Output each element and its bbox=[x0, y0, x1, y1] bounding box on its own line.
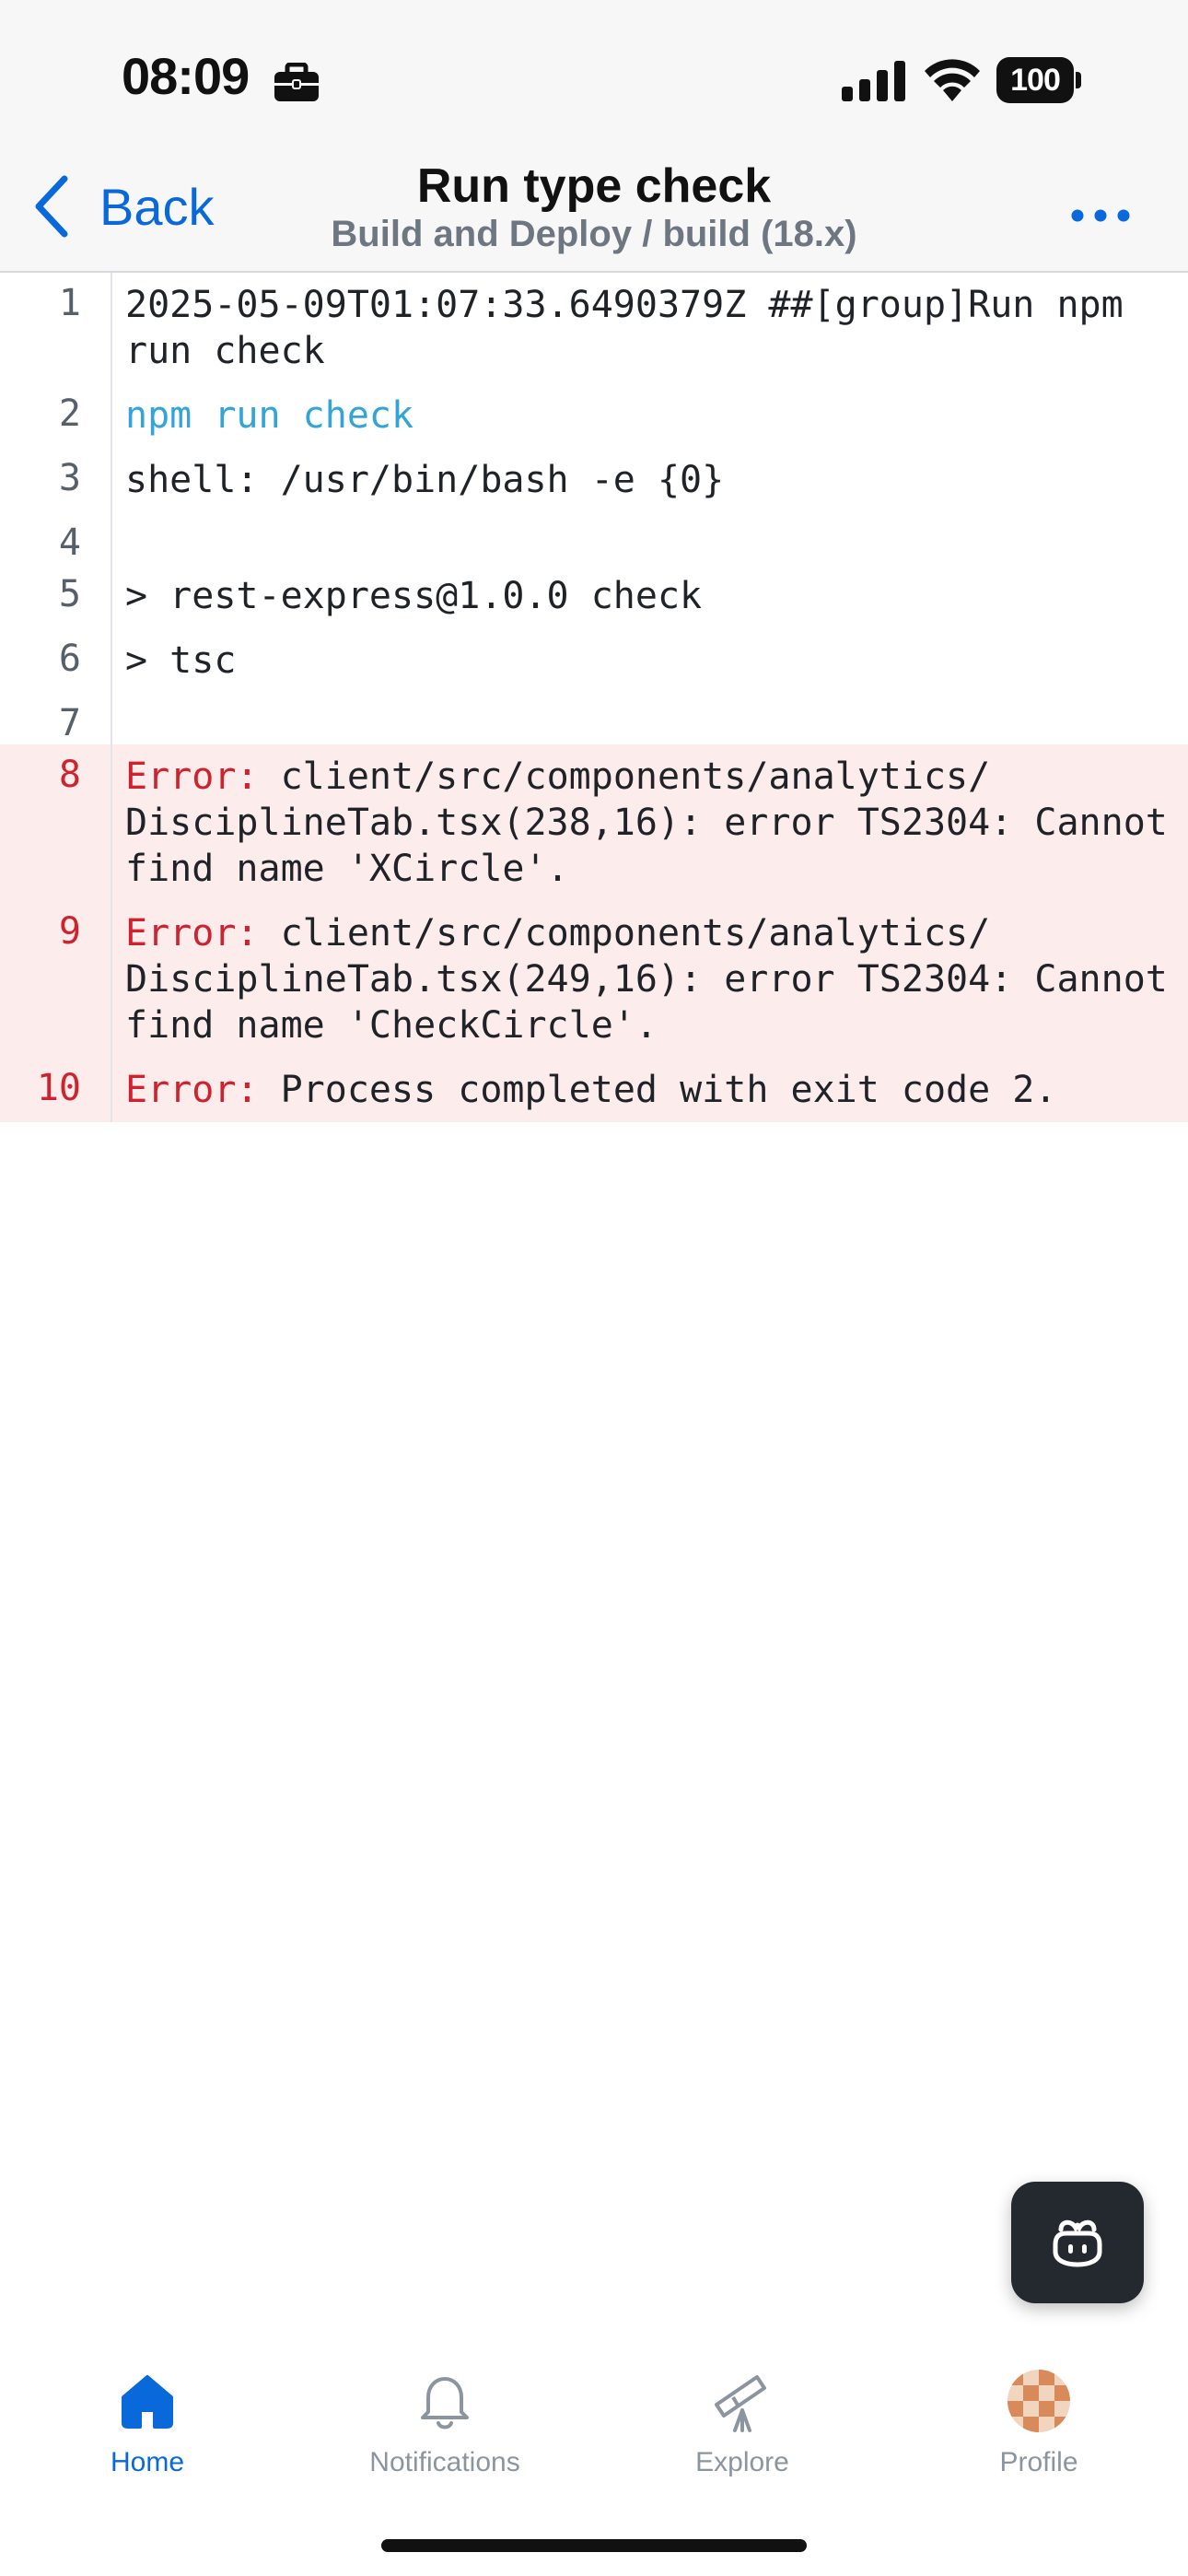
line-number: 7 bbox=[0, 693, 112, 744]
line-number: 3 bbox=[0, 448, 112, 512]
log-output: 1 2025-05-09T01:07:33.6490379Z ##[group]R… bbox=[0, 273, 1188, 1122]
more-options-icon[interactable] bbox=[1068, 197, 1133, 234]
line-number: 2 bbox=[0, 383, 112, 448]
briefcase-icon bbox=[274, 63, 319, 101]
chevron-left-icon bbox=[35, 175, 68, 238]
wifi-icon bbox=[925, 59, 980, 101]
line-number: 10 bbox=[0, 1058, 112, 1122]
line-number: 1 bbox=[0, 273, 112, 383]
avatar bbox=[1007, 2370, 1070, 2432]
error-label: Error: bbox=[125, 755, 259, 798]
log-line: 1 2025-05-09T01:07:33.6490379Z ##[group]R… bbox=[0, 273, 1188, 383]
back-button[interactable]: Back bbox=[31, 170, 215, 243]
log-text: npm run check bbox=[125, 394, 414, 437]
error-message: Error: client/src/components/analytics/ … bbox=[112, 744, 1188, 901]
log-line: 10 Error: Process completed with exit cod… bbox=[0, 1058, 1188, 1122]
status-bar: 08:09 100 bbox=[0, 0, 1188, 157]
line-number: 5 bbox=[0, 564, 112, 628]
log-text bbox=[112, 512, 1188, 564]
copilot-icon bbox=[1053, 2219, 1102, 2267]
log-text: 2025-05-09T01:07:33.6490379Z ##[group]Ru… bbox=[125, 284, 1146, 372]
log-line: 3 shell: /usr/bin/bash -e {0} bbox=[0, 448, 1188, 512]
line-number: 9 bbox=[0, 901, 112, 1058]
status-time: 08:09 bbox=[122, 47, 250, 105]
error-text: client/src/components/analytics/ Discipl… bbox=[125, 912, 1188, 1047]
log-text bbox=[112, 693, 1188, 744]
battery-level: 100 bbox=[996, 57, 1074, 103]
back-label: Back bbox=[99, 177, 215, 236]
log-line: 5 > rest-express@1.0.0 check bbox=[0, 564, 1188, 628]
log-line: 8 Error: client/src/components/analytics/… bbox=[0, 744, 1188, 901]
error-message: Error: client/src/components/analytics/ … bbox=[112, 901, 1188, 1058]
tab-profile[interactable]: Profile bbox=[928, 2368, 1149, 2478]
line-number: 4 bbox=[0, 512, 112, 564]
tab-explore[interactable]: Explore bbox=[632, 2368, 853, 2478]
log-line: 2 npm run check bbox=[0, 383, 1188, 448]
log-text: shell: /usr/bin/bash -e {0} bbox=[125, 459, 725, 501]
tab-explore-label: Explore bbox=[695, 2447, 789, 2477]
tab-profile-label: Profile bbox=[999, 2447, 1078, 2477]
error-text: client/src/components/analytics/ Discipl… bbox=[125, 755, 1188, 890]
log-line: 6 > tsc bbox=[0, 628, 1188, 693]
error-label: Error: bbox=[125, 1069, 259, 1111]
battery-icon: 100 bbox=[996, 57, 1083, 103]
error-text: Process completed with exit code 2. bbox=[280, 1069, 1057, 1111]
error-message: Error: Process completed with exit code … bbox=[112, 1058, 1188, 1122]
log-text: > rest-express@1.0.0 check bbox=[125, 575, 703, 617]
home-icon bbox=[122, 2375, 173, 2429]
line-number: 6 bbox=[0, 628, 112, 693]
telescope-icon bbox=[715, 2375, 766, 2432]
log-line: 9 Error: client/src/components/analytics/… bbox=[0, 901, 1188, 1058]
error-label: Error: bbox=[125, 912, 259, 954]
navigation-bar: Run type check Build and Deploy / build … bbox=[0, 157, 1188, 273]
tab-home-label: Home bbox=[110, 2447, 185, 2477]
bell-icon bbox=[421, 2377, 469, 2430]
log-line: 7 bbox=[0, 693, 1188, 744]
log-text: > tsc bbox=[125, 639, 237, 682]
tab-notifications-label: Notifications bbox=[369, 2447, 520, 2477]
tab-home[interactable]: Home bbox=[37, 2368, 258, 2478]
tab-notifications[interactable]: Notifications bbox=[334, 2368, 555, 2478]
home-indicator bbox=[381, 2539, 807, 2552]
line-number: 8 bbox=[0, 744, 112, 901]
cellular-signal-icon bbox=[842, 61, 905, 101]
log-line: 4 bbox=[0, 512, 1188, 564]
copilot-button[interactable] bbox=[1011, 2182, 1144, 2303]
